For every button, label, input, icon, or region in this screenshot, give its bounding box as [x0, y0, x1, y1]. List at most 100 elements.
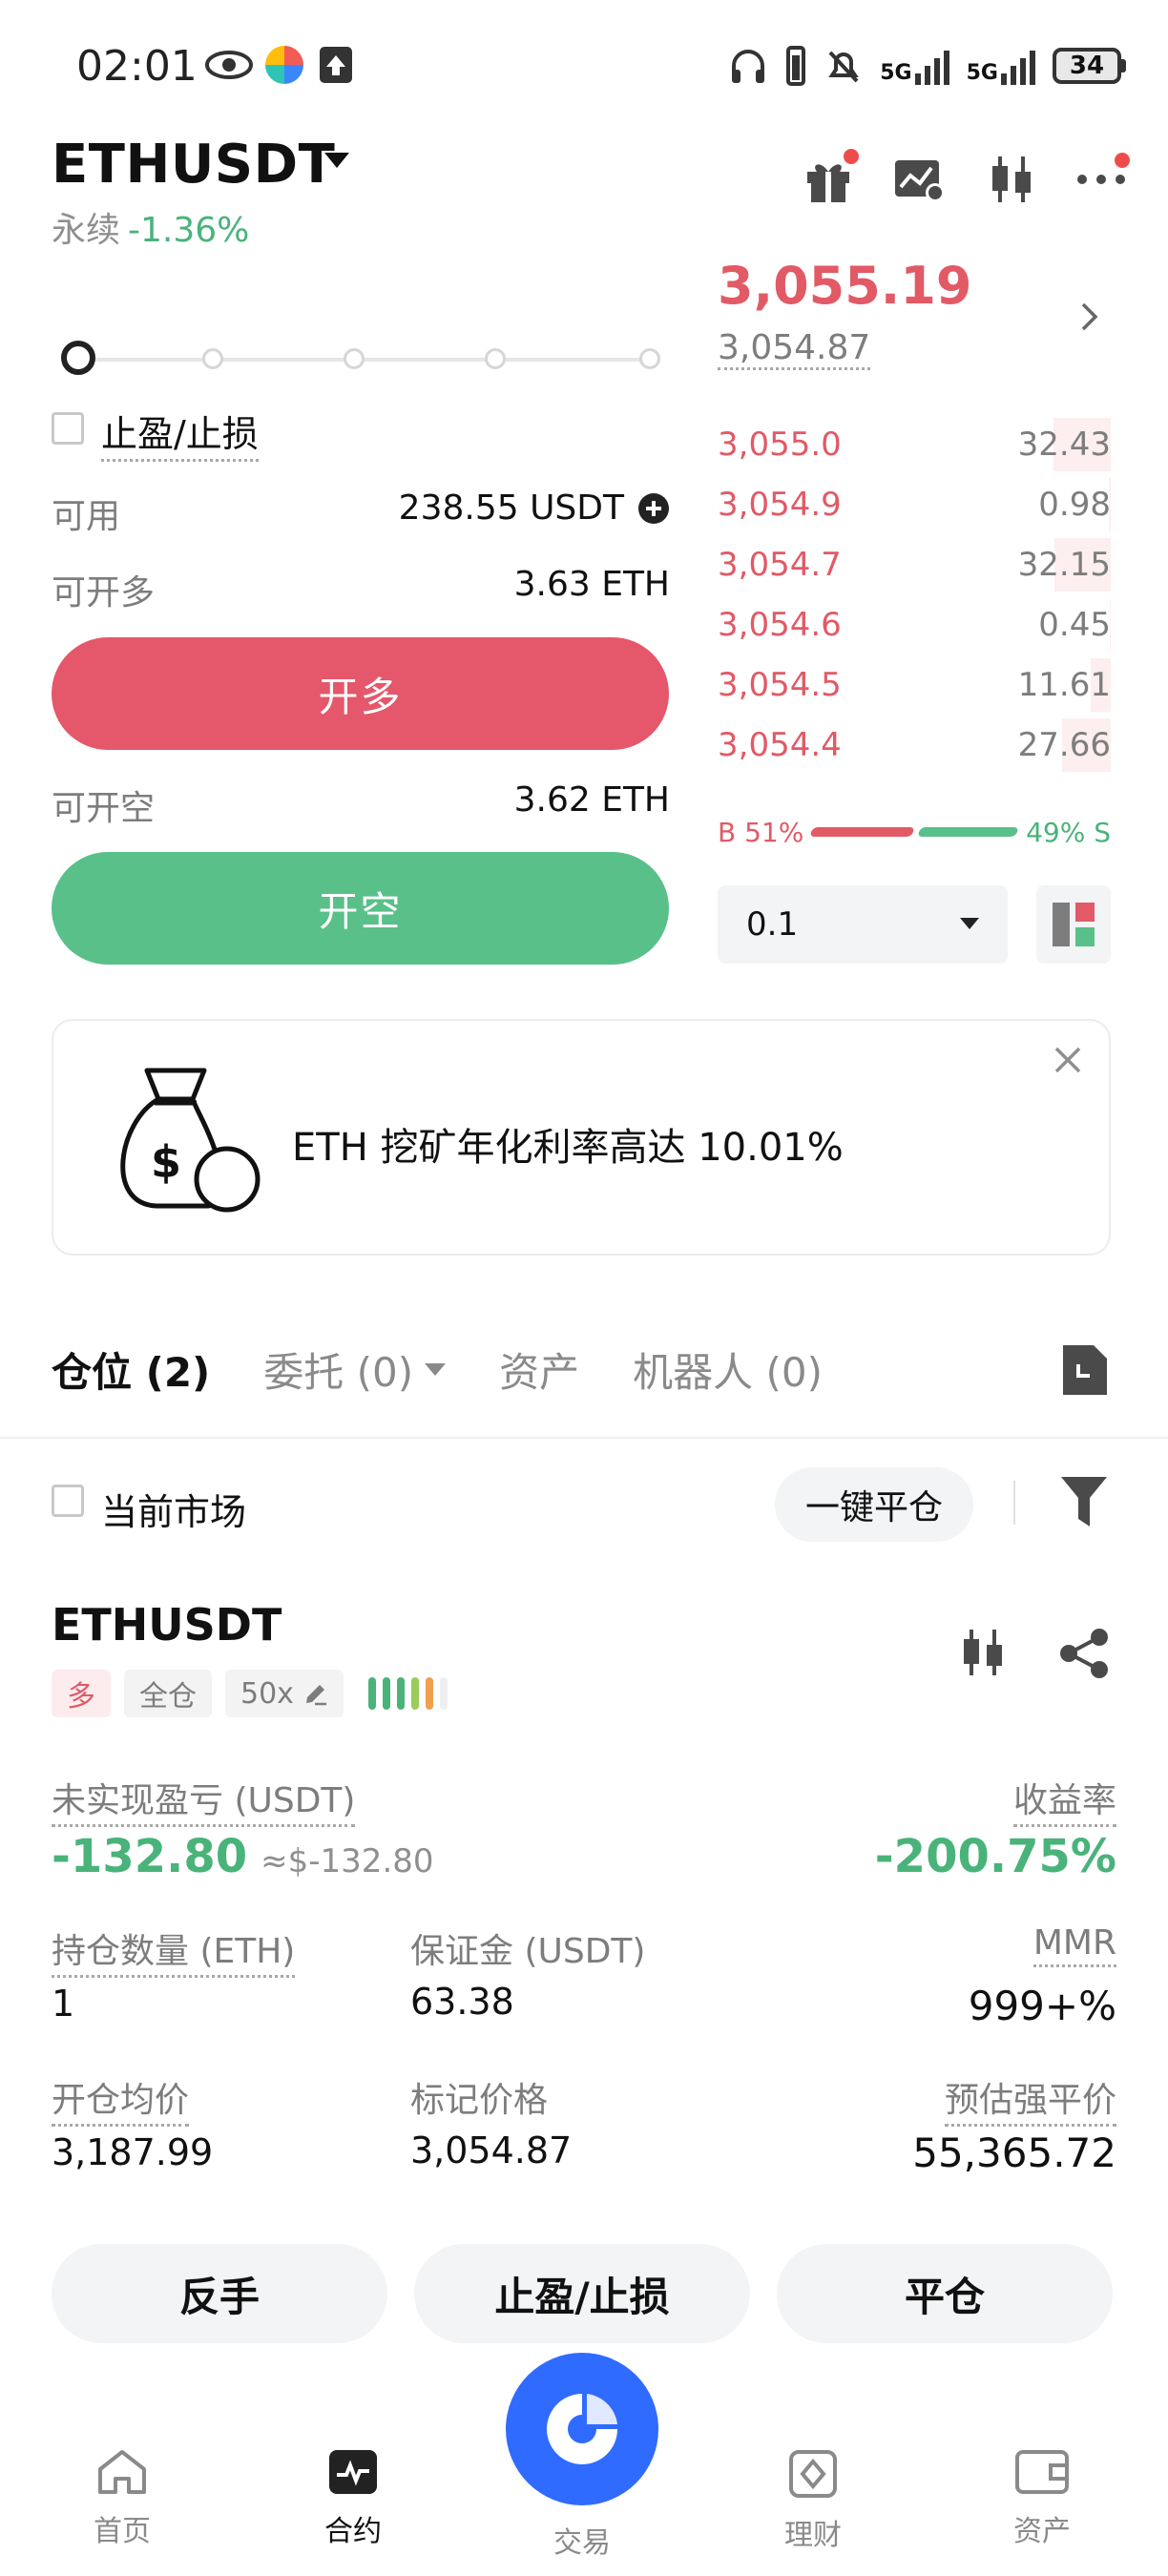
- promo-text: ETH 挖矿年化利率高达 10.01%: [292, 1126, 844, 1170]
- position-badges: 多 全仓 50x: [52, 1670, 448, 1717]
- network-label-1: 5G: [880, 61, 912, 85]
- signal-5g-icon-2: 5G: [967, 47, 1035, 85]
- tp-sl-checkbox[interactable]: [52, 412, 84, 445]
- entry-price-label[interactable]: 开仓均价: [52, 2072, 190, 2127]
- roe-label[interactable]: 收益率: [1012, 1773, 1116, 1827]
- history-doc-icon[interactable]: [1063, 1345, 1107, 1395]
- current-market-checkbox[interactable]: [52, 1485, 84, 1517]
- buy-ratio-label: B 51%: [718, 816, 804, 848]
- close-position-button[interactable]: 平仓: [777, 2244, 1113, 2343]
- ask-row[interactable]: 3,054.9 0.98: [718, 478, 1111, 531]
- mute-bell-icon: [824, 47, 863, 85]
- ask-price: 3,054.7: [718, 546, 842, 584]
- sell-ratio-label: 49% S: [1026, 816, 1111, 848]
- unrealized-pnl-usd: ≈$-132.80: [261, 1842, 434, 1880]
- home-icon: [98, 2450, 146, 2494]
- can-short-label: 可开空: [52, 789, 156, 828]
- unrealized-pnl: -132.80 ≈$-132.80: [52, 1830, 434, 1883]
- edit-icon: [305, 1685, 326, 1706]
- share-icon[interactable]: [1059, 1628, 1109, 1679]
- tp-sl-button[interactable]: 止盈/止损: [414, 2244, 750, 2343]
- contract-info: 永续 -1.36%: [52, 202, 249, 252]
- network-label-2: 5G: [966, 61, 998, 85]
- tp-sl-label[interactable]: 止盈/止损: [101, 405, 259, 462]
- ask-row[interactable]: 3,054.6 0.45: [718, 598, 1111, 652]
- gift-icon[interactable]: [803, 149, 859, 204]
- unrealized-pnl-value: -132.80: [52, 1830, 248, 1883]
- more-icon[interactable]: [1076, 153, 1130, 189]
- ask-row[interactable]: 3,054.7 32.15: [718, 538, 1111, 592]
- precision-select[interactable]: 0.1: [718, 885, 1008, 964]
- status-right: 5G 5G 34: [729, 46, 1126, 86]
- liq-price-label[interactable]: 预估强平价: [944, 2072, 1116, 2127]
- available-row: 238.55 USDT: [399, 488, 670, 528]
- ask-qty: 32.43: [1017, 426, 1111, 464]
- status-bar: 02:01 5G 5G 34: [0, 0, 1168, 124]
- position-symbol[interactable]: ETHUSDT: [52, 1599, 282, 1651]
- slider-handle[interactable]: [61, 341, 95, 375]
- ask-row[interactable]: 3,055.0 32.43: [718, 418, 1111, 471]
- leverage-badge[interactable]: 50x: [225, 1670, 344, 1717]
- sell-ratio-bar: [917, 827, 1020, 837]
- price-change: -1.36%: [128, 211, 250, 250]
- close-all-button[interactable]: 一键平仓: [775, 1467, 973, 1542]
- nav-assets[interactable]: 资产: [966, 2448, 1118, 2549]
- mmr-label[interactable]: MMR: [1032, 1923, 1116, 1967]
- ask-qty: 27.66: [1017, 726, 1111, 764]
- ask-row[interactable]: 3,054.4 27.66: [718, 718, 1111, 772]
- last-price: 3,055.19: [718, 256, 972, 316]
- nav-futures[interactable]: 合约: [277, 2448, 429, 2549]
- filter-icon[interactable]: [1061, 1477, 1107, 1527]
- nav-trade-label[interactable]: 交易: [506, 2519, 658, 2561]
- nav-assets-label: 资产: [1013, 2515, 1071, 2548]
- risk-level-bars: [367, 1677, 448, 1710]
- ask-qty: 32.15: [1017, 546, 1111, 584]
- mark-price-label: 标记价格: [410, 2081, 549, 2120]
- header-actions: [803, 149, 1130, 206]
- available-value: 238.55 USDT: [398, 488, 624, 528]
- section-divider: [0, 1437, 1168, 1439]
- ask-price: 3,054.6: [718, 606, 842, 644]
- can-long-label: 可开多: [52, 573, 156, 613]
- mark-price: 3,054.87: [718, 328, 871, 370]
- can-long-value: 3.63 ETH: [513, 565, 670, 604]
- leverage-slider[interactable]: [61, 341, 660, 375]
- chevron-right-icon[interactable]: [1080, 301, 1099, 332]
- ask-price: 3,054.9: [718, 486, 842, 524]
- candlestick-icon[interactable]: [958, 1626, 1008, 1679]
- reverse-button[interactable]: 反手: [52, 2244, 387, 2343]
- orderbook-layout-icon[interactable]: [1036, 885, 1111, 964]
- open-long-button[interactable]: 开多: [52, 637, 669, 750]
- svg-text:$: $: [151, 1136, 181, 1188]
- margin-value: 63.38: [410, 1981, 514, 2023]
- close-icon[interactable]: [1053, 1046, 1082, 1074]
- caret-down-icon: [425, 1362, 447, 1376]
- open-short-button[interactable]: 开空: [52, 852, 669, 965]
- tab-positions[interactable]: 仓位 (2): [52, 1340, 210, 1399]
- tab-orders[interactable]: 委托 (0): [263, 1340, 447, 1399]
- available-label: 可用: [52, 497, 121, 536]
- trade-fab-button[interactable]: [506, 2353, 658, 2505]
- current-market-label[interactable]: 当前市场: [101, 1483, 246, 1535]
- unrealized-pnl-label[interactable]: 未实现盈亏 (USDT): [52, 1773, 356, 1827]
- money-bag-icon: $: [109, 1065, 261, 1217]
- tab-assets[interactable]: 资产: [499, 1340, 579, 1399]
- ask-qty: 11.61: [1017, 666, 1111, 704]
- margin-label: 保证金 (USDT): [410, 1932, 646, 1971]
- nav-earn[interactable]: 理财: [737, 2448, 889, 2553]
- size-label[interactable]: 持仓数量 (ETH): [52, 1923, 296, 1978]
- chevron-down-icon[interactable]: [324, 153, 349, 170]
- candlestick-icon[interactable]: [987, 153, 1036, 206]
- chart-settings-icon[interactable]: [893, 155, 947, 204]
- pair-selector[interactable]: ETHUSDT: [52, 134, 335, 196]
- promo-banner[interactable]: $ ETH 挖矿年化利率高达 10.01%: [52, 1019, 1111, 1256]
- add-funds-icon[interactable]: [637, 492, 670, 525]
- buy-ratio-bar: [809, 827, 916, 837]
- trade-icon: [547, 2394, 617, 2464]
- caret-down-icon: [960, 918, 979, 931]
- tab-bots[interactable]: 机器人 (0): [633, 1340, 823, 1399]
- nav-home[interactable]: 首页: [46, 2448, 198, 2549]
- ask-row[interactable]: 3,054.5 11.61: [718, 658, 1111, 712]
- can-short-value: 3.62 ETH: [513, 780, 670, 820]
- battery-level: 34: [1053, 48, 1121, 84]
